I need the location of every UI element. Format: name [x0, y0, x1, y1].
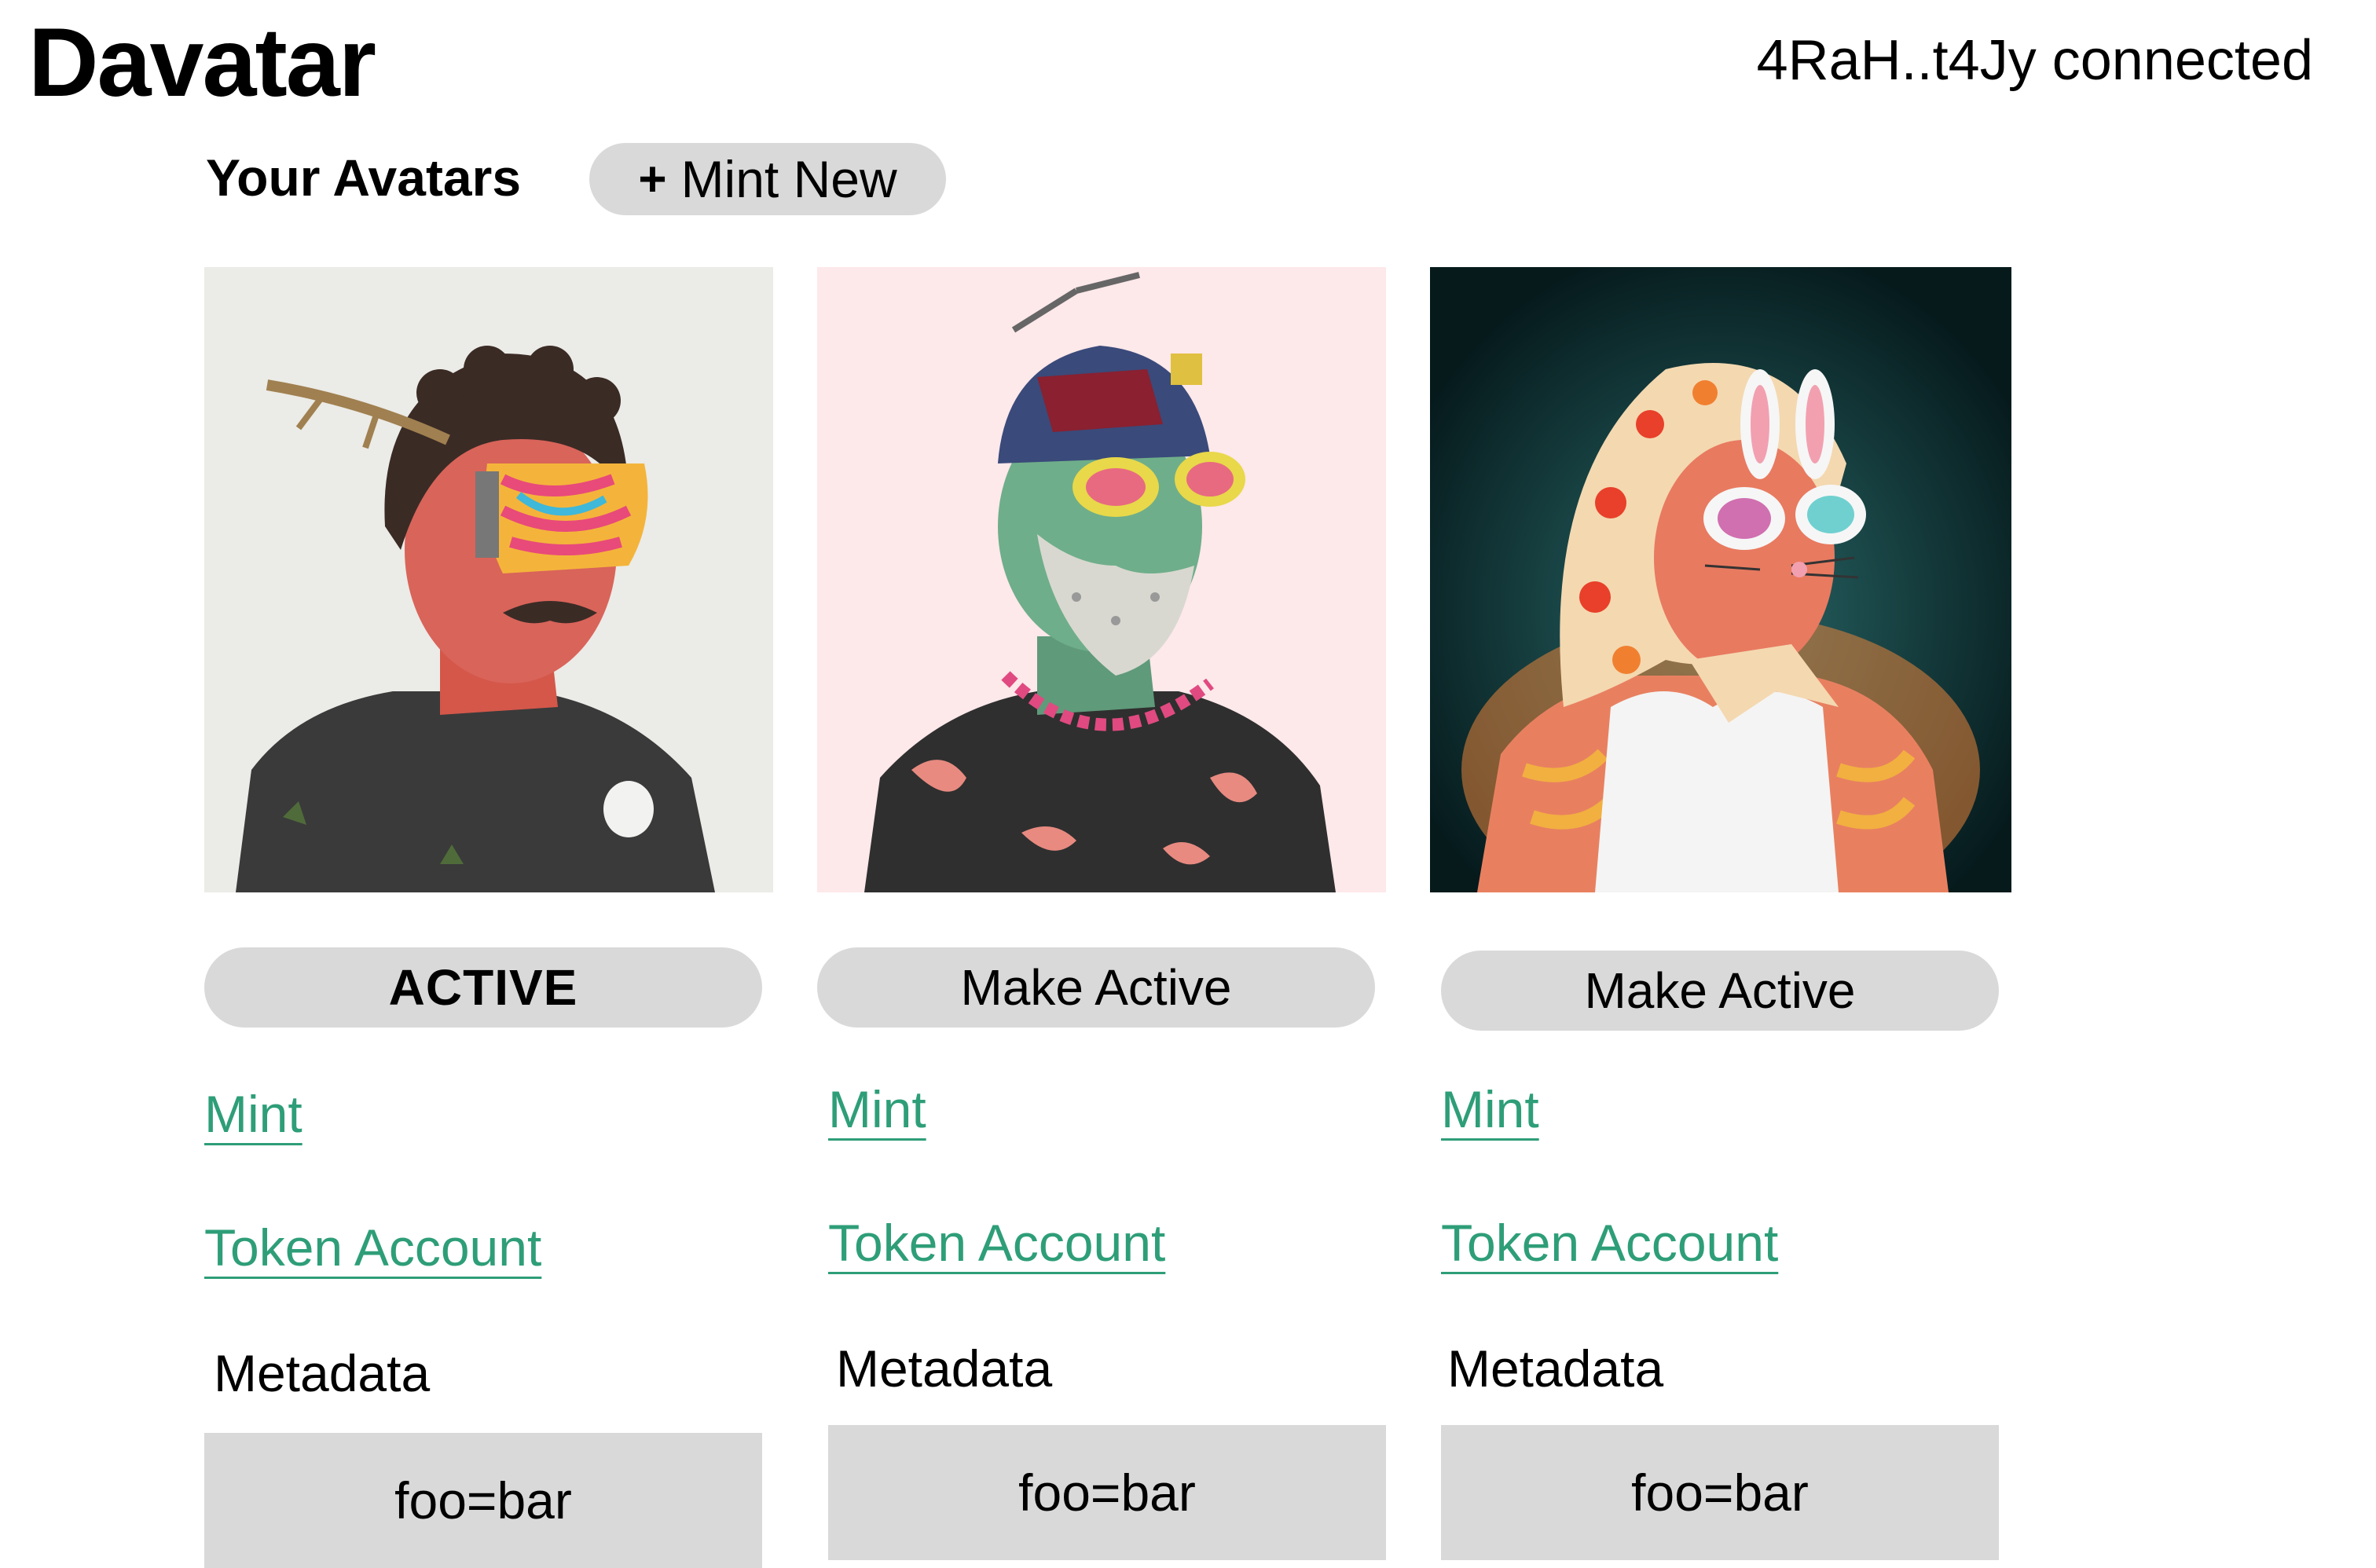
activate-button[interactable]: ACTIVE	[204, 947, 762, 1028]
metadata-value: foo=bar	[204, 1433, 762, 1568]
avatar-card: Make Active Mint Token Account Metadata …	[817, 267, 1399, 1560]
metadata-value: foo=bar	[828, 1425, 1386, 1560]
activate-button[interactable]: Make Active	[1441, 951, 1999, 1031]
section-title: Your Avatars	[206, 148, 522, 207]
metadata-label: Metadata	[214, 1344, 431, 1402]
plus-icon: +	[638, 152, 667, 207]
mint-new-label: Mint New	[680, 150, 897, 208]
wallet-status: 4RaH..t4Jy connected	[1756, 29, 2313, 92]
token-account-link[interactable]: Token Account	[828, 1213, 1165, 1273]
mint-new-button[interactable]: + Mint New	[589, 143, 946, 215]
mint-link[interactable]: Mint	[828, 1079, 926, 1139]
avatar-card: Make Active Mint Token Account Metadata …	[1430, 267, 2011, 1560]
avatar-image[interactable]	[204, 267, 773, 892]
token-account-link[interactable]: Token Account	[1441, 1213, 1778, 1273]
avatar-image[interactable]	[817, 267, 1386, 892]
metadata-label: Metadata	[1447, 1339, 1664, 1398]
metadata-label: Metadata	[836, 1339, 1053, 1398]
avatar-card: ACTIVE Mint Token Account Metadata foo=b…	[204, 267, 786, 1568]
mint-link[interactable]: Mint	[204, 1084, 302, 1144]
metadata-value: foo=bar	[1441, 1425, 1999, 1560]
mint-link[interactable]: Mint	[1441, 1079, 1539, 1139]
avatar-image[interactable]	[1430, 267, 2011, 892]
app-title: Davatar	[28, 9, 376, 117]
token-account-link[interactable]: Token Account	[204, 1218, 541, 1277]
activate-button[interactable]: Make Active	[817, 947, 1375, 1028]
